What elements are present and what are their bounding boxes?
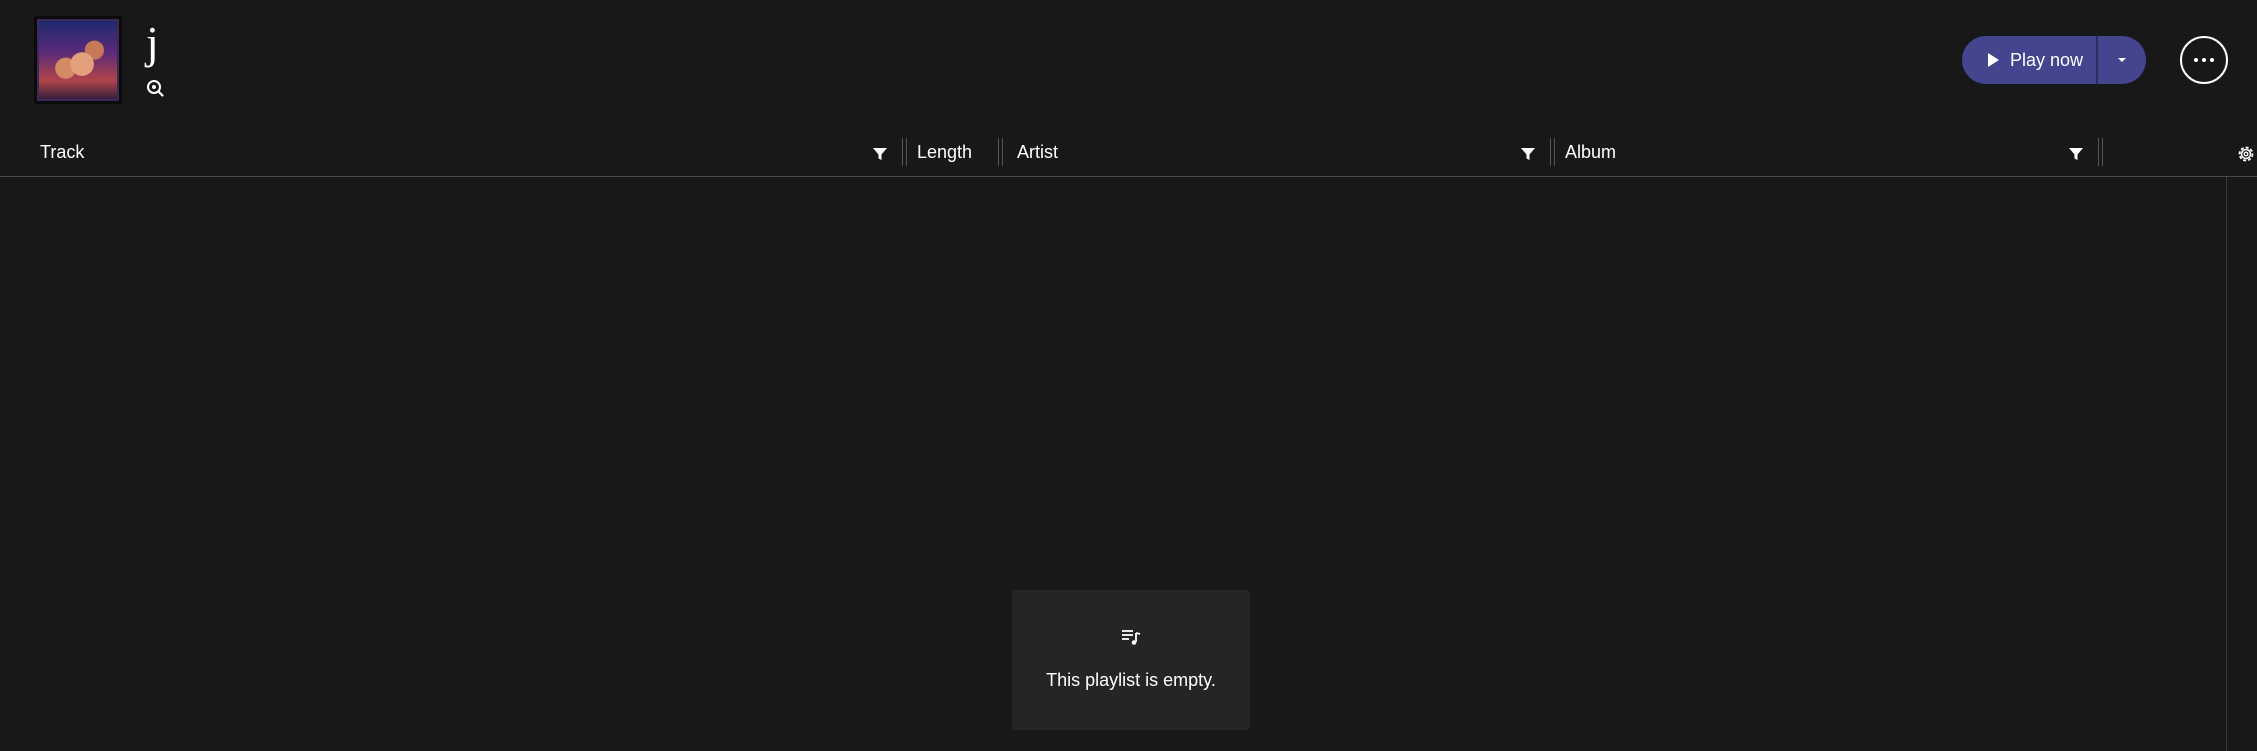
empty-playlist-message: This playlist is empty. [1046,670,1216,690]
play-options-dropdown[interactable] [2098,36,2146,84]
column-resize-handle[interactable] [998,138,1003,166]
more-horizontal-icon [2194,58,2214,62]
album-filter-icon[interactable] [2068,146,2084,162]
gear-icon[interactable] [2236,144,2256,164]
play-now-label: Play now [2010,49,2084,70]
column-header-track[interactable]: Track [40,142,84,163]
vertical-scrollbar[interactable] [2226,177,2227,751]
playlist-title: j [146,17,159,68]
search-icon[interactable] [146,79,164,97]
column-header-artist[interactable]: Artist [1017,142,1058,163]
empty-playlist-notice: This playlist is empty. [1012,590,1250,730]
playlist-page: j Play now Track Length Artist Album Thi… [0,0,2257,751]
column-resize-handle[interactable] [1550,138,1555,166]
column-header-length[interactable]: Length [917,142,972,163]
more-options-button[interactable] [2180,36,2228,84]
track-filter-icon[interactable] [872,146,888,162]
play-button-group: Play now [1962,36,2146,84]
artist-filter-icon[interactable] [1520,146,1536,162]
column-header-album[interactable]: Album [1565,142,1616,163]
playlist-music-icon [1122,630,1141,645]
column-resize-handle[interactable] [902,138,907,166]
track-table-header: Track Length Artist Album [0,132,2257,177]
play-now-button[interactable]: Play now [1962,36,2096,84]
playlist-cover-image[interactable] [34,16,122,104]
caret-down-icon [2118,58,2126,62]
playlist-header: j Play now [0,0,2257,122]
play-icon [1988,53,1999,67]
column-resize-handle[interactable] [2098,138,2103,166]
